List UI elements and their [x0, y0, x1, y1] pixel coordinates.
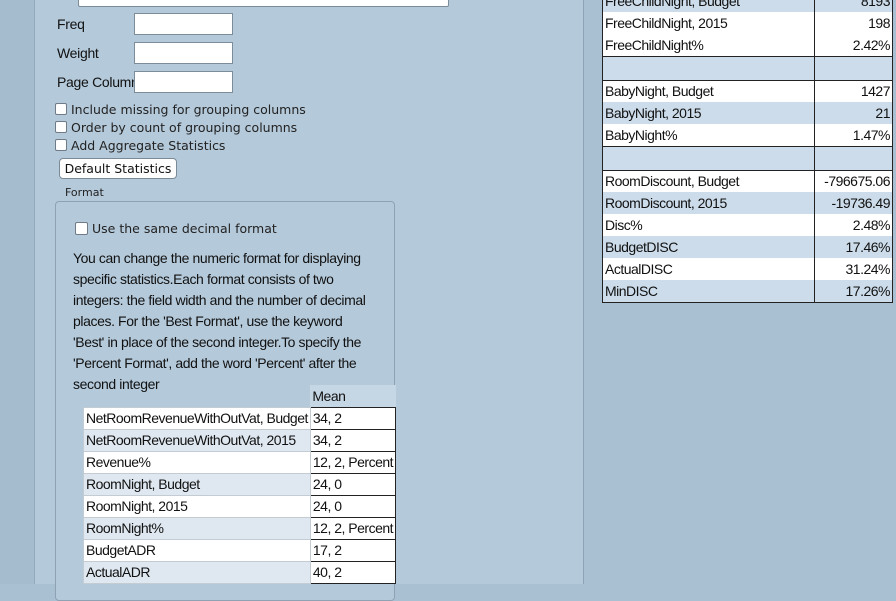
stat-name: FreeChildNight, Budget [602, 0, 815, 12]
page-column-input[interactable] [134, 71, 233, 93]
stat-name: RoomDiscount, Budget [602, 169, 815, 192]
table-row: BabyNight, 2015 21 [602, 102, 893, 124]
stat-name: BabyNight, 2015 [602, 102, 815, 124]
stat-name [602, 146, 815, 170]
table-row: BabyNight% 1.47% [602, 124, 893, 147]
format-table-header-mean: Mean [310, 385, 396, 407]
stat-value: 1427 [814, 79, 893, 102]
include-missing-option[interactable]: Include missing for grouping columns [55, 101, 306, 117]
format-row-value[interactable]: 34, 2 [309, 406, 397, 430]
stat-value: 31.24% [814, 258, 893, 280]
stat-value: 21 [814, 102, 893, 124]
stat-value: -19736.49 [814, 192, 893, 214]
table-row: Disc% 2.48% [602, 214, 893, 236]
stat-name: ActualDISC [602, 258, 815, 280]
same-decimal-option[interactable]: Use the same decimal format [75, 221, 277, 236]
table-row: RoomDiscount, 2015 -19736.49 [602, 192, 893, 214]
table-row: MinDISC 17.26% [602, 280, 893, 303]
stat-value: 8193 [814, 0, 893, 12]
table-row: NetRoomRevenueWithOutVat, 2015 34, 2 [83, 428, 397, 452]
stat-name: BabyNight, Budget [602, 79, 815, 102]
table-row: FreeChildNight% 2.42% [602, 34, 893, 57]
default-statistics-button[interactable]: Default Statistics [59, 158, 177, 179]
format-row-name: Revenue% [83, 450, 311, 474]
table-row: FreeChildNight, 2015 198 [602, 12, 893, 34]
format-row-name: NetRoomRevenueWithOutVat, Budget [83, 406, 311, 430]
format-row-value[interactable]: 12, 2, Percent [309, 450, 397, 474]
stat-value: 17.26% [814, 280, 893, 303]
stat-name: FreeChildNight% [602, 34, 815, 57]
format-row-value[interactable]: 24, 0 [309, 494, 397, 518]
table-row: ActualADR 40, 2 [83, 560, 397, 584]
format-row-name: RoomNight% [83, 516, 311, 540]
format-table-corner [84, 385, 311, 407]
format-row-value[interactable]: 24, 0 [309, 472, 397, 496]
order-by-count-option[interactable]: Order by count of grouping columns [55, 119, 297, 135]
stat-name: FreeChildNight, 2015 [602, 12, 815, 34]
table-row: BudgetADR 17, 2 [83, 538, 397, 562]
format-row-name: RoomNight, Budget [83, 472, 311, 496]
freq-label: Freq [57, 16, 85, 32]
same-decimal-label: Use the same decimal format [92, 221, 277, 236]
table-row: FreeChildNight, Budget 8193 [602, 0, 893, 12]
page-column-label: Page Column [57, 74, 139, 90]
add-aggregate-checkbox[interactable] [55, 139, 67, 151]
table-row: ActualDISC 31.24% [602, 258, 893, 280]
table-row [602, 56, 893, 80]
order-by-count-label: Order by count of grouping columns [71, 119, 298, 135]
format-row-name: BudgetADR [83, 538, 311, 562]
table-row: RoomNight% 12, 2, Percent [83, 516, 397, 540]
format-group-label: Format [65, 186, 104, 199]
table-row: RoomNight, Budget 24, 0 [83, 472, 397, 496]
table-row: NetRoomRevenueWithOutVat, Budget 34, 2 [83, 406, 397, 430]
stat-value [814, 146, 893, 170]
table-row: Revenue% 12, 2, Percent [83, 450, 397, 474]
freq-input[interactable] [134, 13, 233, 35]
format-row-value[interactable]: 34, 2 [309, 428, 397, 452]
left-gutter [0, 0, 35, 584]
format-row-name: RoomNight, 2015 [83, 494, 311, 518]
stat-value: 2.42% [814, 34, 893, 57]
format-row-value[interactable]: 12, 2, Percent [309, 516, 397, 540]
format-row-value[interactable]: 17, 2 [309, 538, 397, 562]
format-row-name: NetRoomRevenueWithOutVat, 2015 [83, 428, 311, 452]
stat-value: 17.46% [814, 236, 893, 258]
add-aggregate-option[interactable]: Add Aggregate Statistics [55, 137, 225, 153]
stat-name: RoomDiscount, 2015 [602, 192, 815, 214]
format-row-value[interactable]: 40, 2 [309, 560, 397, 584]
stat-name: MinDISC [602, 280, 815, 303]
stat-name: BabyNight% [602, 124, 815, 147]
stat-name: BudgetDISC [602, 236, 815, 258]
order-by-count-checkbox[interactable] [55, 121, 67, 133]
stat-name [602, 56, 815, 80]
include-missing-label: Include missing for grouping columns [71, 101, 306, 117]
stat-name: Disc% [602, 214, 815, 236]
stat-value: -796675.06 [814, 169, 893, 192]
table-row [602, 146, 893, 170]
same-decimal-checkbox[interactable] [75, 222, 88, 235]
format-row-name: ActualADR [83, 560, 311, 584]
table-row: RoomDiscount, Budget -796675.06 [602, 169, 893, 192]
format-help-text: You can change the numeric format for di… [73, 250, 366, 392]
weight-label: Weight [57, 45, 99, 61]
table-row: BabyNight, Budget 1427 [602, 79, 893, 102]
stat-value: 1.47% [814, 124, 893, 147]
table-row: RoomNight, 2015 24, 0 [83, 494, 397, 518]
format-table: Mean NetRoomRevenueWithOutVat, Budget 34… [83, 385, 397, 584]
include-missing-checkbox[interactable] [55, 103, 67, 115]
weight-input[interactable] [134, 42, 233, 64]
stat-value: 2.48% [814, 214, 893, 236]
add-aggregate-label: Add Aggregate Statistics [71, 137, 226, 153]
stat-value [814, 56, 893, 80]
table-row: BudgetDISC 17.46% [602, 236, 893, 258]
statistics-table: FreeChildNight, Budget 8193 FreeChildNig… [602, 0, 893, 303]
stat-value: 198 [814, 12, 893, 34]
column-list-box[interactable] [78, 0, 449, 7]
